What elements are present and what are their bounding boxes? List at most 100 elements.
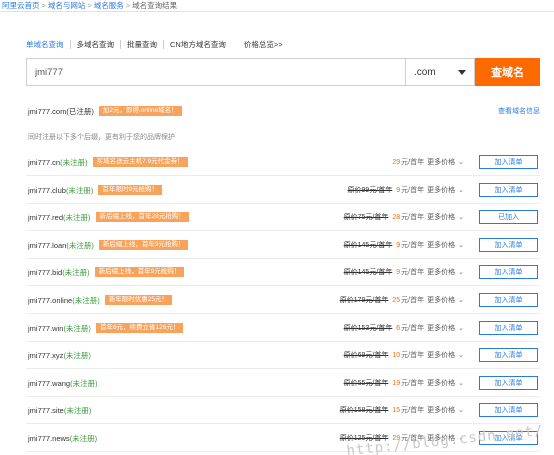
domain-row: jmi777.loan (未注册) 新后缀上线，首年9元抢购！ 原价145元/首年 9 元… bbox=[28, 237, 538, 253]
add-to-list-button[interactable]: 加入清单 bbox=[479, 238, 538, 252]
chevron-down-icon[interactable]: ⌄ bbox=[458, 296, 464, 304]
more-prices-link[interactable]: 更多价格 bbox=[427, 157, 455, 167]
row-divider bbox=[26, 396, 540, 397]
domain-row: jmi777.bid (未注册) 新后缀上线，首年9元抢购！ 原价145元/首年 9 元/… bbox=[28, 264, 538, 280]
more-prices-link[interactable]: 更多价格 bbox=[427, 295, 455, 305]
domain-name: jmi777.loan bbox=[28, 240, 67, 250]
more-prices-link[interactable]: 更多价格 bbox=[427, 267, 455, 277]
domain-name: jmi777.bid bbox=[28, 267, 63, 277]
more-prices-link[interactable]: 更多价格 bbox=[427, 350, 455, 360]
chevron-down-icon[interactable]: ⌄ bbox=[458, 324, 464, 332]
chevron-down-icon[interactable]: ⌄ bbox=[458, 213, 464, 221]
row-divider bbox=[26, 285, 540, 286]
price-unit: 元/首年 bbox=[401, 407, 425, 414]
tab-multi-domain[interactable]: 多域名查询 bbox=[69, 39, 121, 49]
row-divider bbox=[26, 368, 540, 369]
price-area: 原价99元/首年 9 元/首年 更多价格 ⌄ bbox=[348, 185, 464, 195]
price-unit: 元/首年 bbox=[401, 242, 425, 249]
more-prices-link[interactable]: 更多价格 bbox=[427, 323, 455, 333]
chevron-down-icon[interactable]: ⌄ bbox=[458, 186, 464, 194]
price-overview-link[interactable]: 价格总览>> bbox=[238, 40, 289, 49]
price-area: 原价55元/首年 19 元/首年 更多价格 ⌄ bbox=[344, 378, 464, 388]
domain-status: (未注册) bbox=[63, 212, 91, 222]
original-price-text: 原价145元/首年 bbox=[343, 242, 393, 249]
price-area: 原价145元/首年 9 元/首年 更多价格 ⌄ bbox=[344, 267, 464, 277]
chevron-down-icon[interactable]: ⌄ bbox=[458, 351, 464, 359]
add-to-list-button[interactable]: 已加入 bbox=[479, 210, 538, 224]
row-divider bbox=[26, 258, 540, 259]
chevron-down-icon[interactable]: ⌄ bbox=[458, 406, 464, 414]
domain-name: jmi777.cn bbox=[28, 157, 61, 167]
more-prices-link[interactable]: 更多价格 bbox=[427, 240, 455, 250]
domain-row: jmi777.online (未注册) 新年限时优惠25元！ 原价179元/首年 25 元… bbox=[28, 292, 538, 308]
domain-name: jmi777.red bbox=[28, 212, 64, 222]
original-price-text: 原价158元/首年 bbox=[339, 407, 389, 414]
more-prices-link[interactable]: 更多价格 bbox=[427, 405, 455, 415]
tld-select[interactable]: .com bbox=[405, 58, 475, 86]
add-to-list-button[interactable]: 加入清单 bbox=[479, 265, 538, 279]
add-to-list-button[interactable]: 加入清单 bbox=[479, 348, 538, 362]
add-to-list-button[interactable]: 加入清单 bbox=[479, 403, 538, 417]
price-area: 原价75元/首年 28 元/首年 更多价格 ⌄ bbox=[344, 212, 464, 222]
original-price: 原价75元/首年 bbox=[344, 212, 389, 222]
breadcrumb-domains-websites[interactable]: 域名与网站 bbox=[48, 1, 86, 10]
search-domain-button[interactable]: 查域名 bbox=[475, 58, 540, 86]
add-to-list-button[interactable]: 加入清单 bbox=[479, 321, 538, 335]
domain-status: (未注册) bbox=[60, 157, 88, 167]
more-prices-link[interactable]: 更多价格 bbox=[427, 378, 455, 388]
price-area: 原价145元/首年 9 元/首年 更多价格 ⌄ bbox=[344, 240, 464, 250]
view-domain-info-link[interactable]: 查看域名信息 bbox=[498, 106, 540, 116]
original-price-text: 原价179元/首年 bbox=[339, 297, 389, 304]
original-price-text: 原价153元/首年 bbox=[343, 325, 393, 332]
original-price-text: 原价145元/首年 bbox=[343, 269, 393, 276]
price-value: 9 bbox=[396, 268, 401, 276]
original-price-text: 原价99元/首年 bbox=[347, 187, 393, 194]
row-divider bbox=[26, 175, 540, 176]
caret-down-icon bbox=[458, 69, 466, 75]
domain-name: jmi777.online bbox=[28, 295, 73, 305]
domain-search-input[interactable] bbox=[26, 58, 405, 86]
price-area: 原价179元/首年 25 元/首年 更多价格 ⌄ bbox=[340, 295, 464, 305]
add-to-list-button[interactable]: 加入清单 bbox=[479, 293, 538, 307]
domain-name: jmi777.site bbox=[28, 405, 64, 415]
chevron-down-icon[interactable]: ⌄ bbox=[458, 379, 464, 387]
domain-status: (未注册) bbox=[70, 378, 98, 388]
domain-status: (未注册) bbox=[63, 323, 91, 333]
chevron-down-icon[interactable]: ⌄ bbox=[458, 268, 464, 276]
price-area: 原价69元/首年 10 元/首年 更多价格 ⌄ bbox=[344, 350, 464, 360]
price-value: 10 bbox=[392, 351, 401, 359]
price-value: 6 bbox=[396, 324, 401, 332]
main-result: jmi777.com(已注册) 加2元，即得.online域名！ 查看域名信息 bbox=[28, 105, 540, 117]
domain-name: jmi777.news bbox=[28, 433, 70, 443]
chevron-down-icon[interactable]: ⌄ bbox=[458, 241, 464, 249]
price-unit: 元/首年 bbox=[401, 214, 425, 221]
breadcrumb-home[interactable]: 阿里云首页 bbox=[2, 1, 40, 10]
chevron-down-icon[interactable]: ⌄ bbox=[458, 158, 464, 166]
add-to-list-button[interactable]: 加入清单 bbox=[479, 183, 538, 197]
price-unit: 元/首年 bbox=[401, 159, 425, 166]
price-value: 25 bbox=[392, 296, 401, 304]
original-price: 原价158元/首年 bbox=[340, 405, 389, 415]
domain-name: jmi777.xyz bbox=[28, 350, 64, 360]
domain-name: jmi777.wang bbox=[28, 378, 71, 388]
price-unit: 元/首年 bbox=[401, 187, 425, 194]
add-to-list-button[interactable]: 加入清单 bbox=[479, 155, 538, 169]
tab-cn-local-domain[interactable]: CN地方域名查询 bbox=[163, 39, 232, 49]
breadcrumb-domain-service[interactable]: 域名服务 bbox=[94, 1, 124, 10]
breadcrumb-separator: > bbox=[125, 1, 131, 10]
promo-tag: 新后缀上线，首年9元抢购！ bbox=[98, 240, 189, 250]
domain-row: jmi777.club (未注册) 首年限时9元抢购！ 原价99元/首年 9 元/首年 更多… bbox=[28, 182, 538, 198]
domain-row: jmi777.cn (未注册) 买域名送云主机7.9元代金券！ 29 元/首年 更多价格 ⌄… bbox=[28, 154, 538, 170]
domain-name: jmi777.club bbox=[28, 185, 66, 195]
domain-row: jmi777.site (未注册) 原价158元/首年 15 元/首年 更多价格 ⌄ 加入清单 bbox=[28, 402, 538, 418]
domain-row: jmi777.wang (未注册) 原价55元/首年 19 元/首年 更多价格 ⌄ 加入清单 bbox=[28, 375, 538, 391]
add-to-list-button[interactable]: 加入清单 bbox=[479, 376, 538, 390]
original-price: 原价145元/首年 bbox=[344, 267, 393, 277]
row-divider bbox=[26, 451, 540, 452]
tab-batch-query[interactable]: 批量查询 bbox=[120, 39, 163, 49]
promo-tag: 新年限时优惠25元！ bbox=[104, 295, 172, 305]
more-prices-link[interactable]: 更多价格 bbox=[427, 212, 455, 222]
tab-single-domain[interactable]: 单域名查询 bbox=[26, 40, 70, 49]
more-prices-link[interactable]: 更多价格 bbox=[427, 185, 455, 195]
price-value: 9 bbox=[396, 241, 401, 249]
